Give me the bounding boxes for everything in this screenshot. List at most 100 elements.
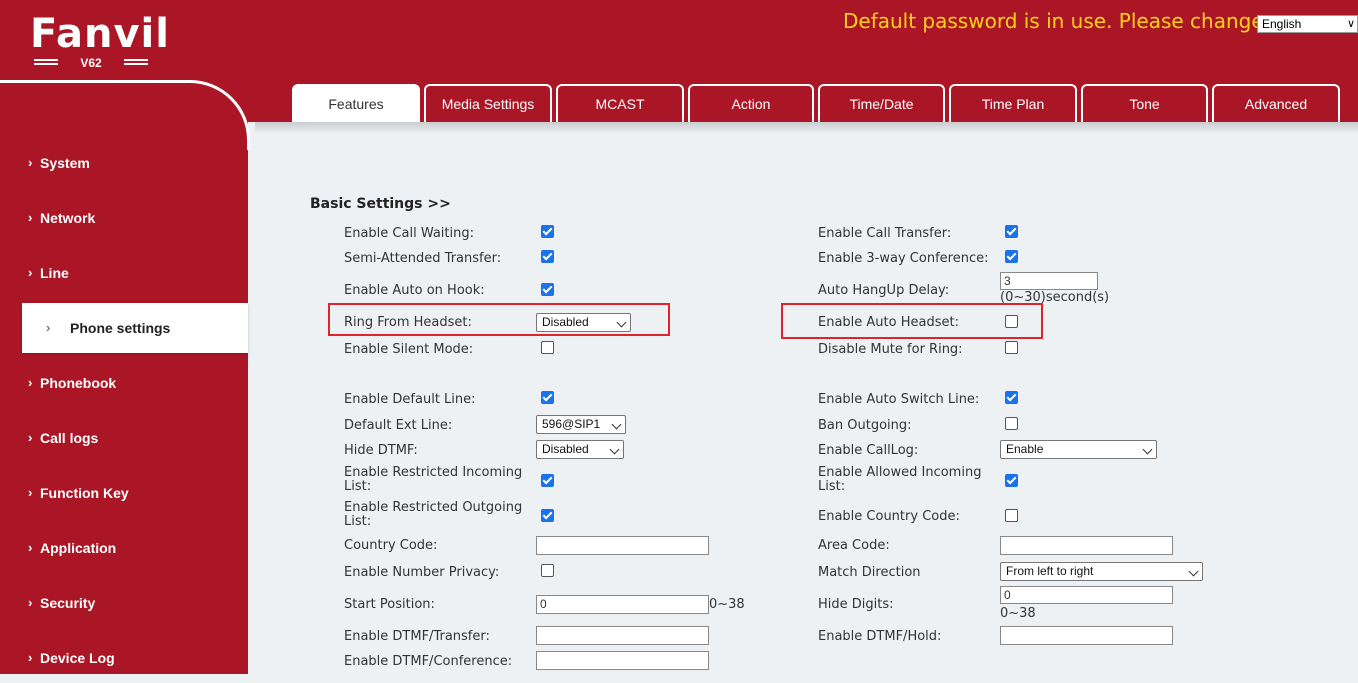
default-ext-line-label: Default Ext Line: xyxy=(344,418,453,433)
area-code-input[interactable] xyxy=(1000,536,1173,555)
semi-attended-label: Semi-Attended Transfer: xyxy=(344,251,502,266)
language-select[interactable]: English ∨ xyxy=(1257,15,1358,33)
silent-mode-label: Enable Silent Mode: xyxy=(344,342,474,357)
auto-hangup-delay-label: Auto HangUp Delay: xyxy=(818,283,950,298)
chevron-right-icon: › xyxy=(28,265,33,280)
hide-dtmf-select[interactable]: Disabled xyxy=(536,440,624,459)
hide-digits-label: Hide Digits: xyxy=(818,597,894,612)
dtmf-conference-label: Enable DTMF/Conference: xyxy=(344,654,513,669)
auto-on-hook-label: Enable Auto on Hook: xyxy=(344,283,485,298)
chevron-down-icon: ∨ xyxy=(1346,18,1355,30)
hide-digits-range: 0~38 xyxy=(1000,606,1036,621)
country-code-enable-label: Enable Country Code: xyxy=(818,509,960,524)
call-waiting-checkbox[interactable] xyxy=(541,225,554,238)
default-ext-line-select[interactable]: 596@SIP1 xyxy=(536,415,626,434)
tab-features[interactable]: Features xyxy=(292,84,420,122)
chevron-right-icon: › xyxy=(28,650,33,665)
area-code-label: Area Code: xyxy=(818,538,890,553)
chevron-down-icon xyxy=(609,444,620,455)
chevron-right-icon: › xyxy=(28,595,33,610)
sidebar-item-label: Security xyxy=(40,595,96,611)
country-code-input[interactable] xyxy=(536,536,709,555)
chevron-right-icon: › xyxy=(28,210,33,225)
tab-strip-shadow xyxy=(255,122,1358,134)
fanvil-logo: Fanvil V62 xyxy=(30,11,170,74)
disable-mute-ring-label: Disable Mute for Ring: xyxy=(818,342,963,357)
call-transfer-checkbox[interactable] xyxy=(1005,225,1018,238)
tab-advanced[interactable]: Advanced xyxy=(1212,84,1340,122)
sidebar-item-application[interactable]: › Application xyxy=(0,523,248,573)
tab-time-plan[interactable]: Time Plan xyxy=(949,84,1077,122)
dtmf-transfer-input[interactable] xyxy=(536,626,709,645)
tab-media-settings[interactable]: Media Settings xyxy=(424,84,552,122)
auto-switch-line-checkbox[interactable] xyxy=(1005,391,1018,404)
auto-switch-line-label: Enable Auto Switch Line: xyxy=(818,392,980,407)
logo-text: Fanvil xyxy=(30,11,170,57)
dtmf-transfer-label: Enable DTMF/Transfer: xyxy=(344,629,490,644)
tab-mcast[interactable]: MCAST xyxy=(556,84,684,122)
ban-outgoing-checkbox[interactable] xyxy=(1005,417,1018,430)
tab-time-date[interactable]: Time/Date xyxy=(818,84,945,122)
country-code-enable-checkbox[interactable] xyxy=(1005,509,1018,522)
calllog-select[interactable]: Enable xyxy=(1000,440,1157,459)
ban-outgoing-label: Ban Outgoing: xyxy=(818,418,912,433)
select-value: Disabled xyxy=(542,442,589,456)
auto-hangup-delay-input[interactable]: 3 xyxy=(1000,272,1098,290)
select-value: Enable xyxy=(1006,442,1044,456)
restricted-incoming-label: Enable Restricted Incoming List: xyxy=(344,465,523,494)
default-line-checkbox[interactable] xyxy=(541,391,554,404)
allowed-incoming-checkbox[interactable] xyxy=(1005,474,1018,487)
allowed-incoming-label: Enable Allowed Incoming List: xyxy=(818,465,982,494)
sidebar-item-device-log[interactable]: › Device Log xyxy=(0,633,248,683)
dtmf-hold-input[interactable] xyxy=(1000,626,1173,645)
dtmf-conference-input[interactable] xyxy=(536,651,709,670)
number-privacy-label: Enable Number Privacy: xyxy=(344,565,500,580)
semi-attended-checkbox[interactable] xyxy=(541,250,554,263)
hide-dtmf-label: Hide DTMF: xyxy=(344,443,418,458)
tab-tone[interactable]: Tone xyxy=(1081,84,1208,122)
tab-action[interactable]: Action xyxy=(688,84,814,122)
hide-digits-input[interactable]: 0 xyxy=(1000,586,1173,604)
sidebar-item-label: Network xyxy=(40,210,96,226)
call-waiting-label: Enable Call Waiting: xyxy=(344,226,474,241)
number-privacy-checkbox[interactable] xyxy=(541,564,554,577)
match-direction-select[interactable]: From left to right xyxy=(1000,562,1203,581)
restricted-outgoing-checkbox[interactable] xyxy=(541,509,554,522)
silent-mode-checkbox[interactable] xyxy=(541,341,554,354)
country-code-label: Country Code: xyxy=(344,538,438,553)
sidebar-item-label: Application xyxy=(40,540,117,556)
auto-on-hook-checkbox[interactable] xyxy=(541,283,554,296)
sidebar-item-call-logs[interactable]: › Call logs xyxy=(0,413,248,463)
default-password-warning[interactable]: Default password is in use. Please chang… xyxy=(843,9,1264,33)
chevron-down-icon xyxy=(1142,444,1153,455)
restricted-outgoing-label: Enable Restricted Outgoing List: xyxy=(344,500,523,529)
sidebar-item-label: System xyxy=(40,155,90,171)
disable-mute-ring-checkbox[interactable] xyxy=(1005,341,1018,354)
select-value: 596@SIP1 xyxy=(542,417,601,431)
sidebar-item-security[interactable]: › Security xyxy=(0,578,248,628)
sidebar-item-function-key[interactable]: › Function Key xyxy=(0,468,248,518)
chevron-down-icon xyxy=(1188,566,1199,577)
three-way-checkbox[interactable] xyxy=(1005,250,1018,263)
highlight-ring-from-headset xyxy=(328,303,670,336)
match-direction-label: Match Direction xyxy=(818,565,921,580)
chevron-right-icon: › xyxy=(28,540,33,555)
calllog-label: Enable CallLog: xyxy=(818,443,919,458)
chevron-right-icon: › xyxy=(28,375,33,390)
sidebar-item-network[interactable]: › Network xyxy=(0,193,248,243)
sidebar-item-system[interactable]: › System xyxy=(0,138,248,188)
chevron-right-icon: › xyxy=(28,430,33,445)
sidebar-item-line[interactable]: › Line xyxy=(0,248,248,298)
sidebar-item-label: Device Log xyxy=(40,650,115,666)
restricted-incoming-checkbox[interactable] xyxy=(541,474,554,487)
start-position-input[interactable]: 0 xyxy=(536,595,709,614)
chevron-right-icon: › xyxy=(28,485,33,500)
sidebar-item-label: Function Key xyxy=(40,485,129,501)
default-line-label: Enable Default Line: xyxy=(344,392,476,407)
model-label: V62 xyxy=(30,56,152,70)
highlight-auto-headset xyxy=(781,303,1043,339)
chevron-down-icon xyxy=(611,419,622,430)
sidebar-item-phone-settings[interactable]: › Phone settings xyxy=(22,303,248,353)
sidebar-item-label: Phone settings xyxy=(70,320,171,336)
sidebar-item-phonebook[interactable]: › Phonebook xyxy=(0,358,248,408)
